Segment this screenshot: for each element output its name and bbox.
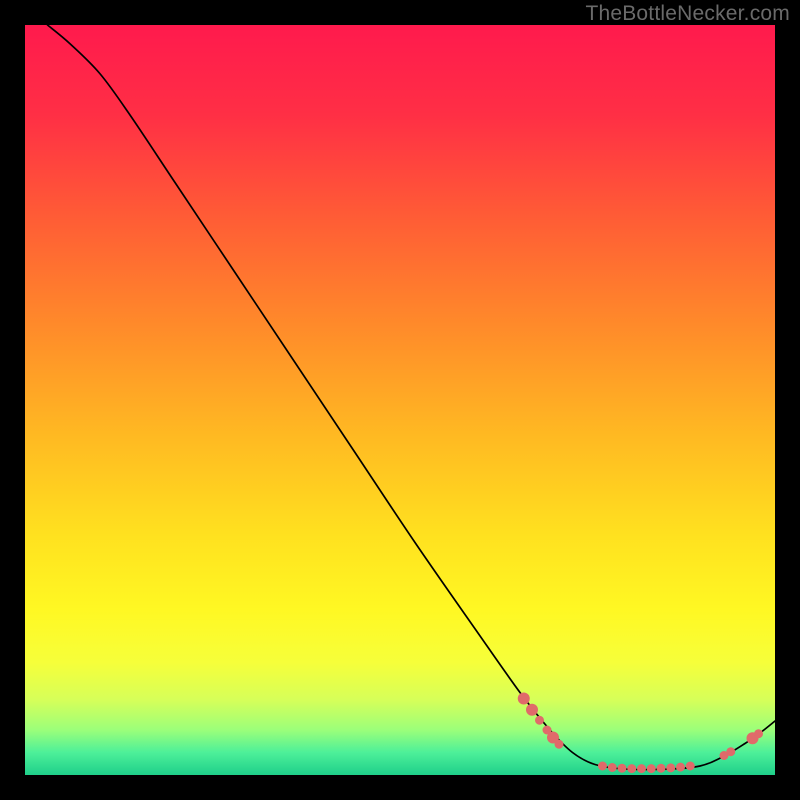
chart-svg: [25, 25, 775, 775]
data-marker: [535, 716, 544, 725]
data-marker: [518, 693, 530, 705]
data-marker: [627, 764, 636, 773]
data-marker: [754, 729, 763, 738]
chart-plot: [25, 25, 775, 775]
data-marker: [666, 763, 675, 772]
data-marker: [657, 764, 666, 773]
data-marker: [526, 704, 538, 716]
data-marker: [726, 747, 735, 756]
chart-frame: TheBottleNecker.com: [0, 0, 800, 800]
watermark-text: TheBottleNecker.com: [585, 2, 790, 26]
data-marker: [637, 764, 646, 773]
data-marker: [686, 762, 695, 771]
data-marker: [608, 763, 617, 772]
data-marker: [618, 764, 627, 773]
data-marker: [598, 762, 607, 771]
data-marker: [555, 740, 564, 749]
chart-background: [25, 25, 775, 775]
data-marker: [647, 764, 656, 773]
data-marker: [676, 763, 685, 772]
